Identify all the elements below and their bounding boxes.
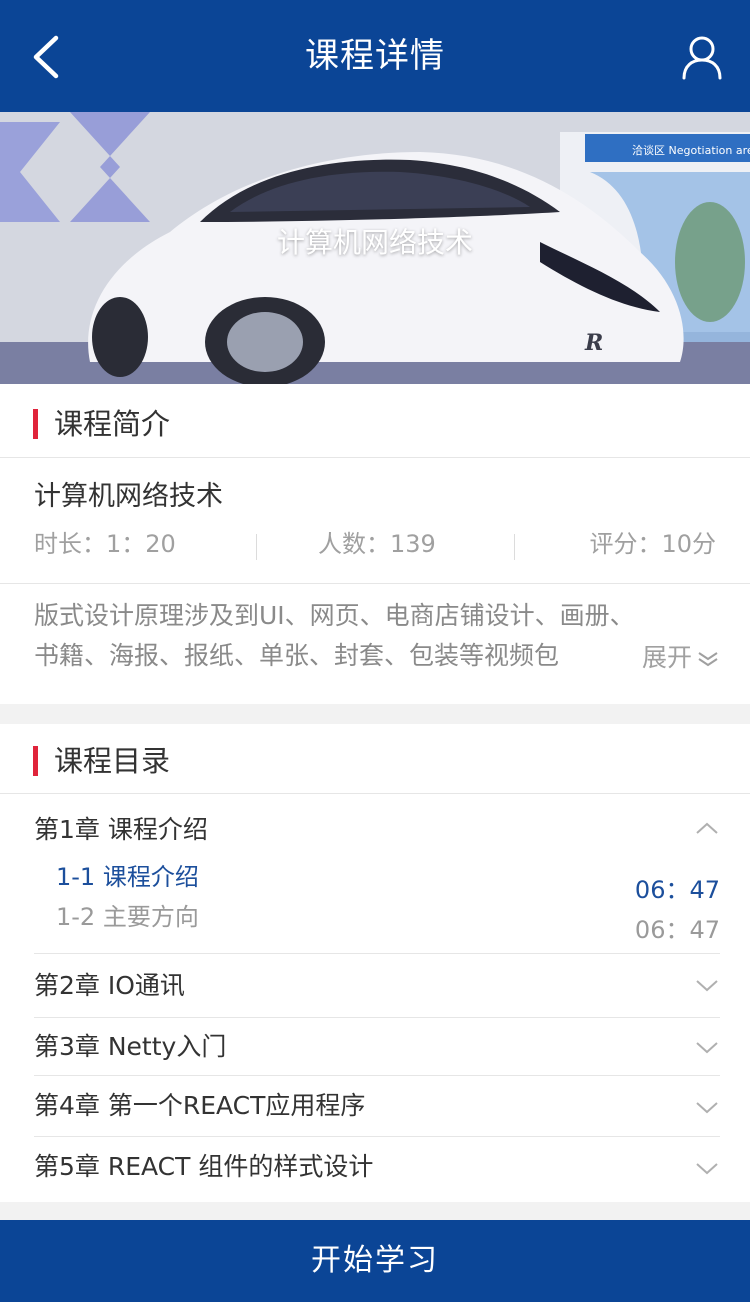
lesson-duration: 06：47: [634, 916, 720, 944]
intro-section-header: 课程简介: [0, 384, 750, 458]
description-line: 版式设计原理涉及到UI、网页、电商店铺设计、画册、: [34, 601, 635, 630]
double-chevron-down-icon: [698, 652, 718, 667]
lesson-item[interactable]: 1-2 主要方向: [56, 900, 199, 934]
expand-button[interactable]: 展开: [642, 638, 720, 678]
chapter-item[interactable]: 第3章 Netty入门: [34, 1018, 720, 1076]
course-rating: 评分：10分: [589, 530, 716, 558]
chevron-down-icon[interactable]: [694, 1100, 720, 1116]
stat-divider: [256, 534, 257, 560]
chevron-down-icon[interactable]: [694, 978, 720, 994]
chapter-item[interactable]: 第4章 第一个REACT应用程序: [34, 1076, 720, 1137]
lesson-item[interactable]: 1-1 课程介绍: [56, 860, 199, 894]
section-accent-bar: [33, 746, 38, 776]
divider: [0, 583, 750, 584]
chevron-up-icon[interactable]: [694, 820, 720, 836]
chapter-item[interactable]: 第2章 IO通讯: [34, 954, 720, 1018]
banner-sign-text: 洽谈区 Negotiation area: [632, 144, 750, 157]
intro-section-title: 课程简介: [54, 407, 171, 441]
catalog-section-header: 课程目录: [0, 724, 750, 794]
chapter-title: 第4章 第一个REACT应用程序: [34, 1091, 366, 1120]
chevron-down-icon[interactable]: [694, 1040, 720, 1056]
course-catalog-section: 课程目录 第1章 课程介绍 1-1 课程介绍 06：47 1-2 主要方向 06…: [0, 724, 750, 1202]
course-description: 版式设计原理涉及到UI、网页、电商店铺设计、画册、 书籍、海报、报纸、单张、封套…: [34, 596, 654, 676]
user-icon[interactable]: [680, 34, 724, 80]
start-learning-button[interactable]: 开始学习: [0, 1220, 750, 1302]
chapter-item[interactable]: 第1章 课程介绍 1-1 课程介绍 06：47 1-2 主要方向 06：47: [34, 794, 720, 954]
lesson-duration: 06：47: [634, 876, 720, 904]
chevron-down-icon[interactable]: [694, 1161, 720, 1177]
banner-caption: 计算机网络技术: [276, 226, 473, 259]
section-accent-bar: [33, 409, 38, 439]
chapter-title: 第1章 课程介绍: [34, 815, 208, 844]
page-title: 课程详情: [305, 36, 445, 76]
chapter-title: 第2章 IO通讯: [34, 971, 185, 1000]
course-detail-page: 课程详情 洽谈区 Negotiation area R 计算机网络技术 课程简介…: [0, 0, 750, 1302]
svg-text:R: R: [584, 330, 603, 356]
expand-label: 展开: [641, 643, 692, 672]
chapter-title: 第3章 Netty入门: [34, 1032, 227, 1061]
description-line: 书籍、海报、报纸、单张、封套、包装等视频包: [34, 641, 560, 670]
course-name: 计算机网络技术: [34, 481, 223, 512]
course-duration: 时长：1：20: [34, 530, 176, 558]
catalog-section-title: 课程目录: [54, 744, 171, 778]
top-nav-bar: 课程详情: [0, 0, 750, 112]
course-banner[interactable]: 洽谈区 Negotiation area R 计算机网络技术: [0, 112, 750, 384]
course-intro-section: 课程简介 计算机网络技术 时长：1：20 人数：139 评分：10分 版式设计原…: [0, 384, 750, 704]
chapter-item[interactable]: 第5章 REACT 组件的样式设计: [34, 1137, 720, 1201]
course-people-count: 人数：139: [318, 530, 436, 558]
stat-divider: [514, 534, 515, 560]
chapter-title: 第5章 REACT 组件的样式设计: [34, 1152, 374, 1181]
